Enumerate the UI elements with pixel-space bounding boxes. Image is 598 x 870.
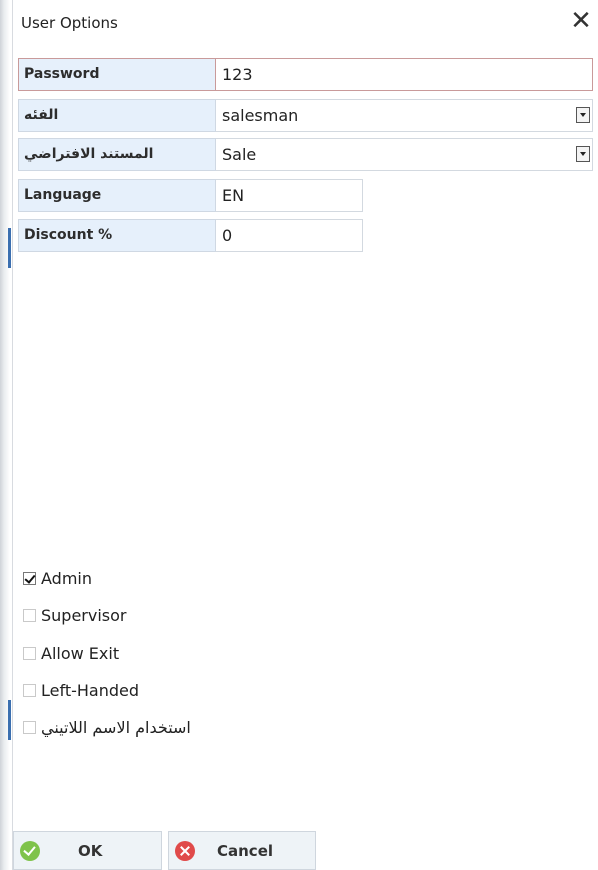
- latin-name-checkbox-row[interactable]: استخدام الاسم اللاتيني: [23, 714, 191, 740]
- password-field[interactable]: 123: [216, 58, 593, 91]
- discount-label: Discount %: [18, 219, 216, 252]
- latin-name-checkbox-label: استخدام الاسم اللاتيني: [41, 717, 191, 737]
- supervisor-checkbox-row[interactable]: Supervisor: [23, 602, 127, 628]
- check-circle-icon: [20, 840, 40, 861]
- category-row: الفئه salesman: [18, 99, 593, 132]
- left-handed-checkbox-label: Left-Handed: [41, 680, 140, 700]
- allow-exit-checkbox-label: Allow Exit: [41, 643, 120, 663]
- dialog-title: User Options: [21, 14, 118, 32]
- cancel-button[interactable]: Cancel: [168, 831, 316, 870]
- ok-button-label: OK: [78, 841, 103, 860]
- chevron-down-icon[interactable]: [576, 107, 590, 123]
- discount-field[interactable]: 0: [216, 219, 363, 252]
- allow-exit-checkbox[interactable]: [23, 646, 36, 660]
- ok-button[interactable]: OK: [13, 831, 162, 870]
- default-document-row: المستند الافتراضي Sale: [18, 138, 593, 171]
- left-handed-checkbox[interactable]: [23, 683, 36, 697]
- category-select[interactable]: salesman: [216, 99, 593, 132]
- category-value: salesman: [222, 106, 299, 125]
- edge-marker: [8, 700, 11, 740]
- default-document-label: المستند الافتراضي: [18, 138, 216, 171]
- chevron-down-icon[interactable]: [576, 146, 590, 162]
- user-options-dialog: User Options ✕ Password 123 الفئه salesm…: [13, 0, 598, 870]
- x-circle-icon: [175, 840, 195, 861]
- background-window-edge: [0, 0, 13, 870]
- admin-checkbox-label: Admin: [41, 568, 92, 588]
- cancel-button-label: Cancel: [217, 841, 274, 860]
- close-icon[interactable]: ✕: [566, 6, 596, 36]
- language-label: Language: [18, 179, 216, 212]
- latin-name-checkbox[interactable]: [23, 720, 36, 734]
- category-label: الفئه: [18, 99, 216, 132]
- admin-checkbox[interactable]: [23, 571, 36, 585]
- default-document-select[interactable]: Sale: [216, 138, 593, 171]
- supervisor-checkbox-label: Supervisor: [41, 605, 127, 625]
- language-field[interactable]: EN: [216, 179, 363, 212]
- allow-exit-checkbox-row[interactable]: Allow Exit: [23, 640, 119, 666]
- discount-row: Discount % 0: [18, 219, 363, 252]
- admin-checkbox-row[interactable]: Admin: [23, 565, 92, 591]
- language-row: Language EN: [18, 179, 363, 212]
- supervisor-checkbox[interactable]: [23, 608, 36, 622]
- left-handed-checkbox-row[interactable]: Left-Handed: [23, 677, 139, 703]
- default-document-value: Sale: [222, 145, 257, 164]
- password-row: Password 123: [18, 58, 593, 91]
- password-label: Password: [18, 58, 216, 91]
- edge-marker: [8, 228, 11, 268]
